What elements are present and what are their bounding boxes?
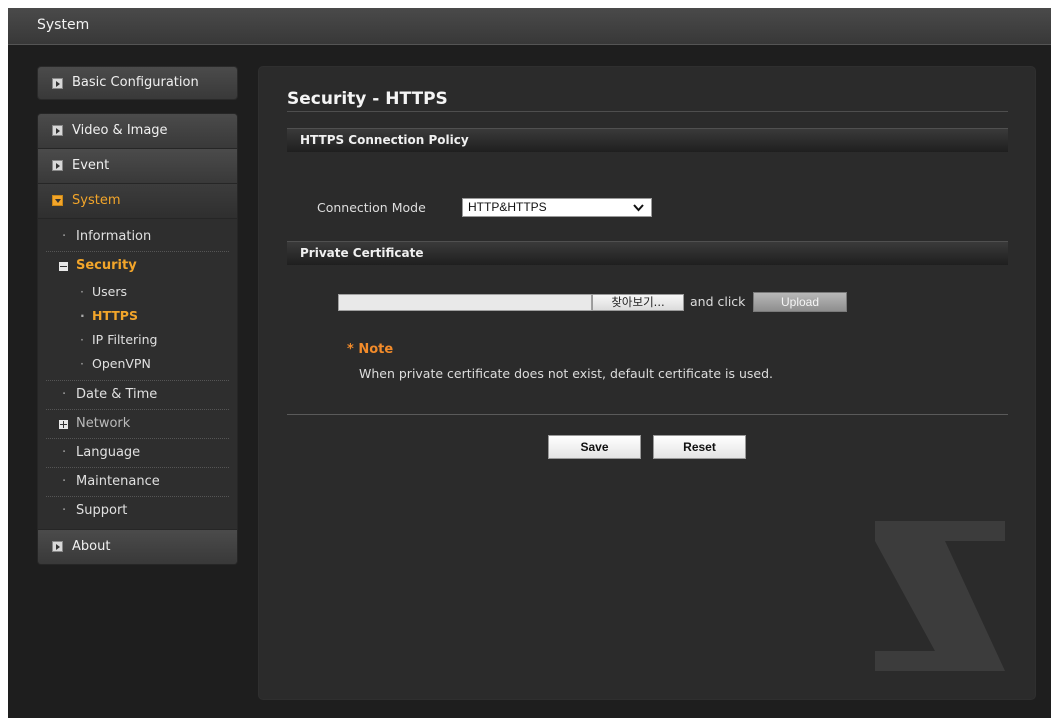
save-button[interactable]: Save [548,435,641,459]
system-submenu: · Information Security · Users · HTTPS ·… [38,219,237,529]
bullet-icon: · [80,284,84,299]
connection-mode-label: Connection Mode [317,200,426,215]
collapse-arrow-icon [52,195,63,206]
sidebar-item-label: Security [76,258,137,273]
upload-instruction-text: and click [690,294,746,309]
bullet-icon: · [62,503,67,518]
menu-about[interactable]: About [38,529,237,564]
menu-video-image[interactable]: Video & Image [38,114,237,149]
note-title: * Note [347,342,394,357]
sidebar-item-maintenance[interactable]: · Maintenance [38,468,237,496]
upload-button[interactable]: Upload [753,292,847,312]
note-text: When private certificate does not exist,… [359,366,773,381]
reset-button[interactable]: Reset [653,435,746,459]
bullet-icon: · [62,474,67,489]
chevron-down-icon [633,204,644,212]
expand-arrow-icon [52,125,63,136]
menu-label: Video & Image [72,123,168,138]
sidebar-item-security[interactable]: Security [38,252,237,280]
section-header-private-certificate: Private Certificate [287,241,1008,265]
sidebar-item-https[interactable]: · HTTPS [38,304,237,328]
bullet-icon: · [80,308,85,323]
sidebar-item-support[interactable]: · Support [38,497,237,525]
bullet-icon: · [80,356,84,371]
menu-event[interactable]: Event [38,149,237,184]
menu-label: Event [72,158,110,173]
divider [287,111,1008,112]
sidebar-item-openvpn[interactable]: · OpenVPN [38,352,237,376]
bullet-icon: · [62,229,67,244]
sidebar-item-network[interactable]: Network [38,410,237,438]
sidebar-item-label: Support [76,503,128,518]
bullet-icon: · [80,332,84,347]
menu-group: Video & Image Event System · Information… [37,113,238,565]
sidebar-item-label: Users [92,284,128,299]
app-window: System Basic Configuration Video & Image… [8,8,1051,718]
divider [287,414,1008,415]
sidebar-item-label: IP Filtering [92,332,158,347]
sidebar-item-label: Date & Time [76,387,158,402]
sidebar-item-label: Information [76,229,152,244]
expand-arrow-icon [52,541,63,552]
sidebar-item-label: Maintenance [76,474,160,489]
sidebar-item-label: HTTPS [92,308,138,323]
minus-square-icon [59,262,68,271]
menu-basic-configuration[interactable]: Basic Configuration [37,66,238,100]
page-title: Security - HTTPS [287,89,448,109]
menu-system[interactable]: System [38,184,237,219]
menu-label: About [72,539,111,554]
plus-square-icon [59,420,68,429]
browse-button[interactable]: 찾아보기... [592,294,684,311]
top-header: System [8,8,1051,45]
sidebar: Basic Configuration Video & Image Event … [37,66,238,565]
sidebar-item-date-time[interactable]: · Date & Time [38,381,237,409]
sidebar-item-ip-filtering[interactable]: · IP Filtering [38,328,237,352]
sidebar-item-language[interactable]: · Language [38,439,237,467]
expand-arrow-icon [52,78,63,89]
sidebar-item-users[interactable]: · Users [38,280,237,304]
select-value: HTTP&HTTPS [468,200,547,214]
sidebar-item-label: Network [76,416,131,431]
certificate-file-input[interactable] [338,294,592,311]
sidebar-item-information[interactable]: · Information [38,223,237,251]
section-header-connection-policy: HTTPS Connection Policy [287,128,1008,152]
sidebar-item-label: Language [76,445,141,460]
content-panel: Security - HTTPS HTTPS Connection Policy… [258,66,1036,700]
expand-arrow-icon [52,160,63,171]
bullet-icon: · [62,445,67,460]
sidebar-item-label: OpenVPN [92,356,151,371]
menu-label: Basic Configuration [72,75,199,90]
connection-mode-select[interactable]: HTTP&HTTPS [462,198,652,217]
bullet-icon: · [62,387,67,402]
header-title: System [37,17,90,33]
menu-label: System [72,193,121,208]
watermark-logo [875,521,1005,671]
